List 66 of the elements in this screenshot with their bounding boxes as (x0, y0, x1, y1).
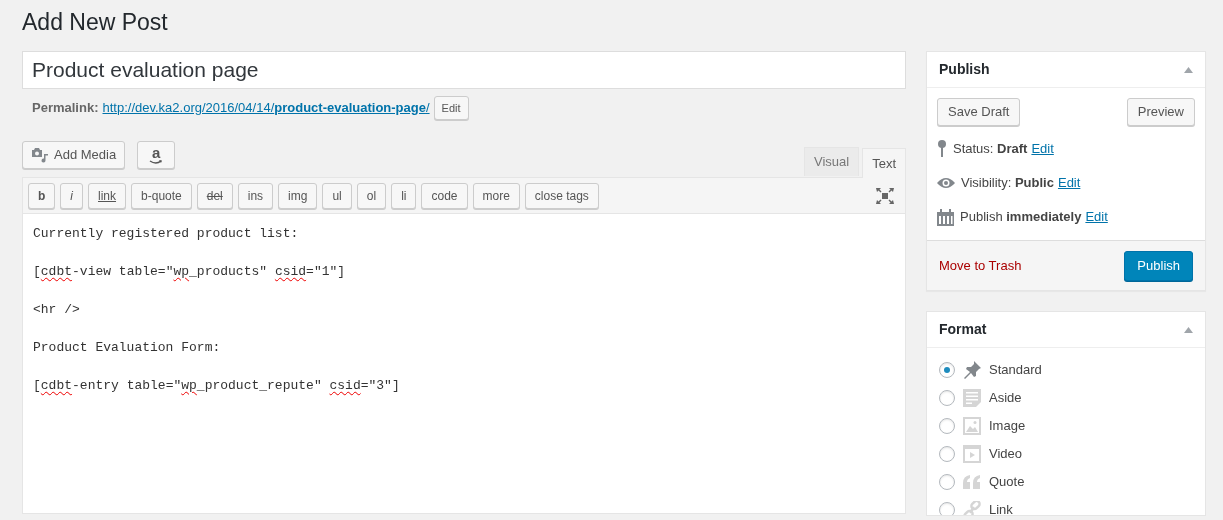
quicktag-button[interactable]: ul (322, 182, 352, 209)
status-text: Publish immediately (960, 208, 1082, 227)
quicktag-button[interactable]: ol (356, 182, 387, 209)
code-line: [cdbt-entry table="wp_product_repute" csid="3"] (33, 377, 401, 395)
text-editor[interactable]: Currently registered product list: [cdbt-view table="wp_products" csid="1"] <hr /> Product Evaluation Form: [cdbt-entry table="wp_product_repute" csid="3"] (22, 214, 906, 514)
quicktag-button[interactable]: b-quote (131, 182, 192, 209)
radio-button[interactable] (939, 474, 955, 490)
amazon-button[interactable]: a (137, 141, 176, 169)
format-label: Image (989, 417, 1026, 436)
radio-button[interactable] (939, 418, 955, 434)
add-media-button[interactable]: Add Media (22, 141, 126, 169)
editor-tab[interactable]: Text (862, 148, 906, 178)
image-icon (963, 417, 981, 435)
radio-button[interactable] (939, 362, 955, 378)
title-field[interactable]: Product evaluation page (22, 51, 906, 89)
quicktag-button[interactable]: ins (237, 182, 274, 209)
pin-icon (937, 140, 947, 158)
format-label: Aside (989, 389, 1022, 408)
fullscreen-icon[interactable] (876, 187, 894, 204)
panel-title: Publish (939, 60, 990, 79)
quicktag-button[interactable]: img (278, 182, 318, 209)
pushpin-icon (963, 361, 981, 379)
edit-link[interactable]: Edit (1057, 173, 1081, 193)
permalink-label: Permalink: (32, 99, 99, 118)
code-line: [cdbt-view table="wp_products" csid="1"] (33, 263, 347, 281)
status-text: Visibility: Public (961, 174, 1054, 193)
quicktag-button[interactable]: li (391, 182, 417, 209)
code-line: Product Evaluation Form: (33, 339, 222, 357)
status-text: Status: Draft (953, 140, 1028, 159)
preview-button[interactable]: Preview (1126, 98, 1195, 126)
format-label: Standard (989, 361, 1042, 380)
format-label: Link (989, 501, 1013, 515)
collapse-icon[interactable] (1184, 326, 1193, 333)
quicktag-button[interactable]: code (421, 182, 468, 209)
edit-button[interactable]: Edit (433, 96, 469, 120)
radio-button[interactable] (939, 390, 955, 406)
format-label: Quote (989, 473, 1025, 492)
save-draft-button[interactable]: Save Draft (937, 98, 1021, 126)
publish-button[interactable]: Publish (1124, 250, 1193, 281)
page-title: Add New Post (22, 8, 169, 37)
chain-link-icon (963, 501, 981, 515)
radio-button[interactable] (939, 502, 955, 515)
quicktag-button[interactable]: i (60, 182, 83, 209)
quicktag-button[interactable]: b (28, 182, 56, 209)
eye-icon (937, 177, 955, 189)
move-to-trash-link[interactable]: Move to Trash (939, 255, 1022, 276)
radio-button[interactable] (939, 446, 955, 462)
quicktag-button[interactable]: more (472, 182, 520, 209)
quicktag-button[interactable]: close tags (524, 182, 599, 209)
collapse-icon[interactable] (1184, 66, 1193, 73)
format-label: Video (989, 445, 1022, 464)
permalink-link[interactable]: http://dev.ka2.org/2016/04/14/product-evaluation-page/ (102, 98, 430, 118)
document-icon (963, 389, 981, 407)
code-line: Currently registered product list: (33, 225, 300, 243)
panel-title: Format (939, 320, 987, 339)
editor-tab[interactable]: Visual (803, 147, 860, 176)
edit-link[interactable]: Edit (1085, 207, 1108, 227)
calendar-icon (937, 208, 954, 226)
edit-link[interactable]: Edit (1031, 139, 1054, 159)
quote-icon (963, 475, 981, 489)
camera-music-icon (31, 147, 49, 163)
video-icon (963, 445, 981, 463)
code-line: <hr /> (33, 301, 81, 319)
quicktag-button[interactable]: del (196, 182, 233, 209)
quicktag-button[interactable]: link (88, 182, 127, 209)
smile-arrow-icon (149, 159, 164, 165)
